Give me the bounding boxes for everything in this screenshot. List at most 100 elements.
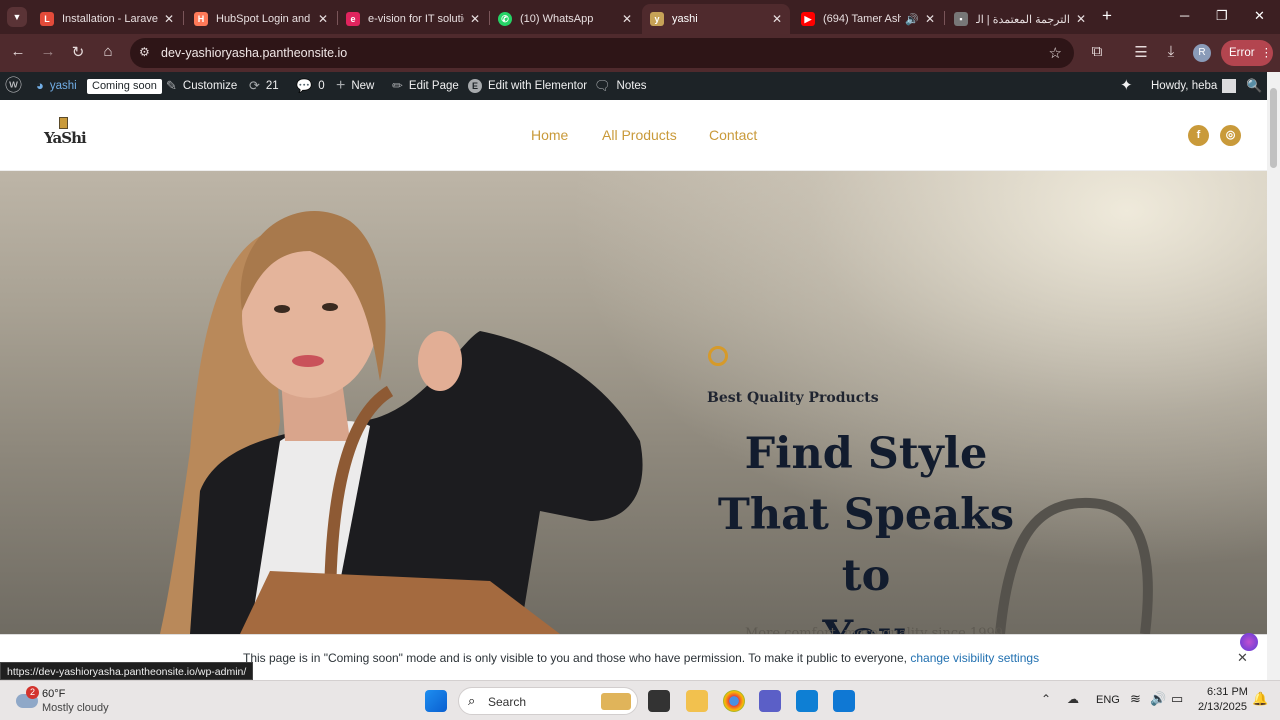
- coming-soon-badge: Coming soon: [87, 78, 162, 94]
- tab-yashi[interactable]: y yashi ✕: [642, 4, 790, 34]
- maximize-button[interactable]: ❐: [1216, 8, 1228, 24]
- tab-title: Installation - Laravel: [62, 13, 158, 25]
- notes-link[interactable]: 🗨 Notes: [594, 72, 647, 100]
- close-icon[interactable]: ✕: [470, 12, 480, 26]
- volume-icon[interactable]: 🔊: [1150, 691, 1166, 707]
- status-url-tooltip: https://dev-yashioryasha.pantheonsite.io…: [0, 662, 254, 680]
- updates-link[interactable]: ⟳ 21: [249, 72, 279, 100]
- nav-contact[interactable]: Contact: [709, 127, 757, 143]
- tab-whatsapp[interactable]: ✆ (10) WhatsApp ✕: [490, 4, 640, 34]
- chevron-up-icon[interactable]: ⌃: [1041, 692, 1051, 706]
- chrome-icon[interactable]: [723, 690, 745, 712]
- new-tab-button[interactable]: +: [1102, 6, 1112, 26]
- new-content-link[interactable]: + New: [336, 72, 374, 100]
- hubspot-icon: H: [194, 12, 208, 26]
- close-icon[interactable]: ✕: [318, 12, 328, 26]
- comment-icon: 💬: [296, 78, 313, 93]
- wifi-icon[interactable]: ≋: [1130, 691, 1141, 707]
- error-label: Error: [1229, 47, 1255, 59]
- edit-page-label: Edit Page: [408, 80, 459, 92]
- close-icon[interactable]: ✕: [622, 12, 632, 26]
- site-name-link[interactable]: ◕ yashi: [36, 72, 77, 100]
- updates-count: 21: [265, 80, 279, 92]
- site-logo[interactable]: YaShi: [42, 115, 87, 155]
- assistant-bubble-icon[interactable]: [1240, 633, 1258, 651]
- tab-strip: ▼ L Installation - Laravel ✕ H HubSpot L…: [0, 0, 1280, 34]
- close-icon[interactable]: ✕: [772, 12, 782, 26]
- taskbar-search[interactable]: ⌕ Search: [458, 687, 638, 715]
- elementor-icon: E: [468, 79, 482, 93]
- weather-widget[interactable]: 2 60°F Mostly cloudy: [14, 686, 134, 716]
- search-icon[interactable]: 🔍: [1246, 72, 1262, 100]
- forward-icon[interactable]: →: [38, 43, 58, 60]
- extensions-icon[interactable]: ⧉: [1087, 43, 1107, 60]
- nav-all-products[interactable]: All Products: [602, 127, 677, 143]
- laravel-icon: L: [40, 12, 54, 26]
- tab-search-button[interactable]: ▼: [7, 7, 27, 27]
- speaker-icon[interactable]: 🔊: [905, 13, 919, 26]
- comments-link[interactable]: 💬 0: [296, 72, 325, 100]
- pencil-icon: ✏: [392, 78, 403, 93]
- notice-close-icon[interactable]: ✕: [1237, 650, 1248, 666]
- model-photo: [160, 211, 643, 634]
- tab-arabic-translation[interactable]: ▪ الترجمة المعتمدة | الـ ✕: [946, 4, 1094, 34]
- url-text[interactable]: dev-yashioryasha.pantheonsite.io: [161, 46, 347, 60]
- profile-avatar[interactable]: R: [1193, 44, 1211, 62]
- home-icon[interactable]: ⌂: [98, 43, 118, 60]
- download-icon[interactable]: ⤓: [1161, 43, 1181, 60]
- wordpress-logo-icon[interactable]: ⓦ: [5, 72, 22, 100]
- windows-start-icon[interactable]: [425, 690, 447, 712]
- tab-title: (10) WhatsApp: [520, 13, 594, 25]
- clock-time[interactable]: 6:31 PM: [1207, 686, 1248, 698]
- page-scrollbar[interactable]: [1267, 72, 1280, 680]
- language-indicator[interactable]: ENG: [1096, 694, 1120, 706]
- coming-soon-badge-wrap[interactable]: Coming soon: [87, 72, 162, 100]
- flame-icon: [708, 346, 728, 366]
- facebook-icon[interactable]: f: [1188, 125, 1209, 146]
- scrollbar-thumb[interactable]: [1270, 88, 1277, 168]
- site-name: yashi: [49, 80, 77, 92]
- teams-icon[interactable]: [759, 690, 781, 712]
- tab-laravel[interactable]: L Installation - Laravel ✕: [32, 4, 182, 34]
- close-window-button[interactable]: ✕: [1254, 8, 1265, 24]
- edit-page-link[interactable]: ✏ Edit Page: [392, 72, 459, 100]
- close-icon[interactable]: ✕: [1076, 12, 1086, 26]
- brush-icon: ✎: [166, 78, 177, 93]
- customize-link[interactable]: ✎ Customize: [166, 72, 237, 100]
- site-header: YaShi Home All Products Contact f ◎: [0, 100, 1267, 171]
- notification-icon[interactable]: 🔔: [1252, 691, 1268, 707]
- change-visibility-link[interactable]: change visibility settings: [910, 651, 1039, 665]
- tab-title: HubSpot Login and S: [216, 13, 312, 25]
- close-icon[interactable]: ✕: [925, 12, 935, 26]
- minimize-button[interactable]: ─: [1180, 8, 1189, 23]
- account-menu[interactable]: Howdy, heba: [1151, 72, 1237, 100]
- network-status-icon[interactable]: ☁: [1067, 692, 1079, 706]
- instagram-icon[interactable]: ◎: [1220, 125, 1241, 146]
- task-view-icon[interactable]: [648, 690, 670, 712]
- evision-icon: e: [346, 12, 360, 26]
- nav-home[interactable]: Home: [531, 127, 568, 143]
- edit-elementor-link[interactable]: E Edit with Elementor: [468, 72, 587, 100]
- reload-icon[interactable]: ↻: [68, 43, 88, 61]
- vscode-icon[interactable]: [796, 690, 818, 712]
- outlook-icon[interactable]: [833, 690, 855, 712]
- logo-mark: [59, 117, 68, 129]
- error-button[interactable]: Error ⋮: [1221, 40, 1273, 66]
- tab-search-icon[interactable]: ☰: [1131, 43, 1151, 61]
- tab-youtube[interactable]: ▶ (694) Tamer Ash 🔊 ✕: [793, 4, 943, 34]
- whatsapp-icon: ✆: [498, 12, 512, 26]
- menu-dots-icon: ⋮: [1260, 47, 1273, 59]
- ai-sparkle-icon[interactable]: ✦: [1120, 72, 1133, 100]
- tab-evision[interactable]: e e-vision for IT solutio ✕: [338, 4, 488, 34]
- search-highlight-icon: [601, 693, 631, 710]
- clock-date[interactable]: 2/13/2025: [1198, 701, 1247, 713]
- battery-icon[interactable]: ▭: [1171, 691, 1183, 707]
- address-bar[interactable]: ⚙ dev-yashioryasha.pantheonsite.io ☆: [130, 38, 1074, 68]
- close-icon[interactable]: ✕: [164, 12, 174, 26]
- file-explorer-icon[interactable]: [686, 690, 708, 712]
- tab-hubspot[interactable]: H HubSpot Login and S ✕: [186, 4, 336, 34]
- search-label: Search: [488, 695, 527, 709]
- site-info-icon[interactable]: ⚙: [139, 45, 150, 59]
- back-icon[interactable]: ←: [8, 43, 28, 60]
- bookmark-star-icon[interactable]: ☆: [1049, 44, 1062, 62]
